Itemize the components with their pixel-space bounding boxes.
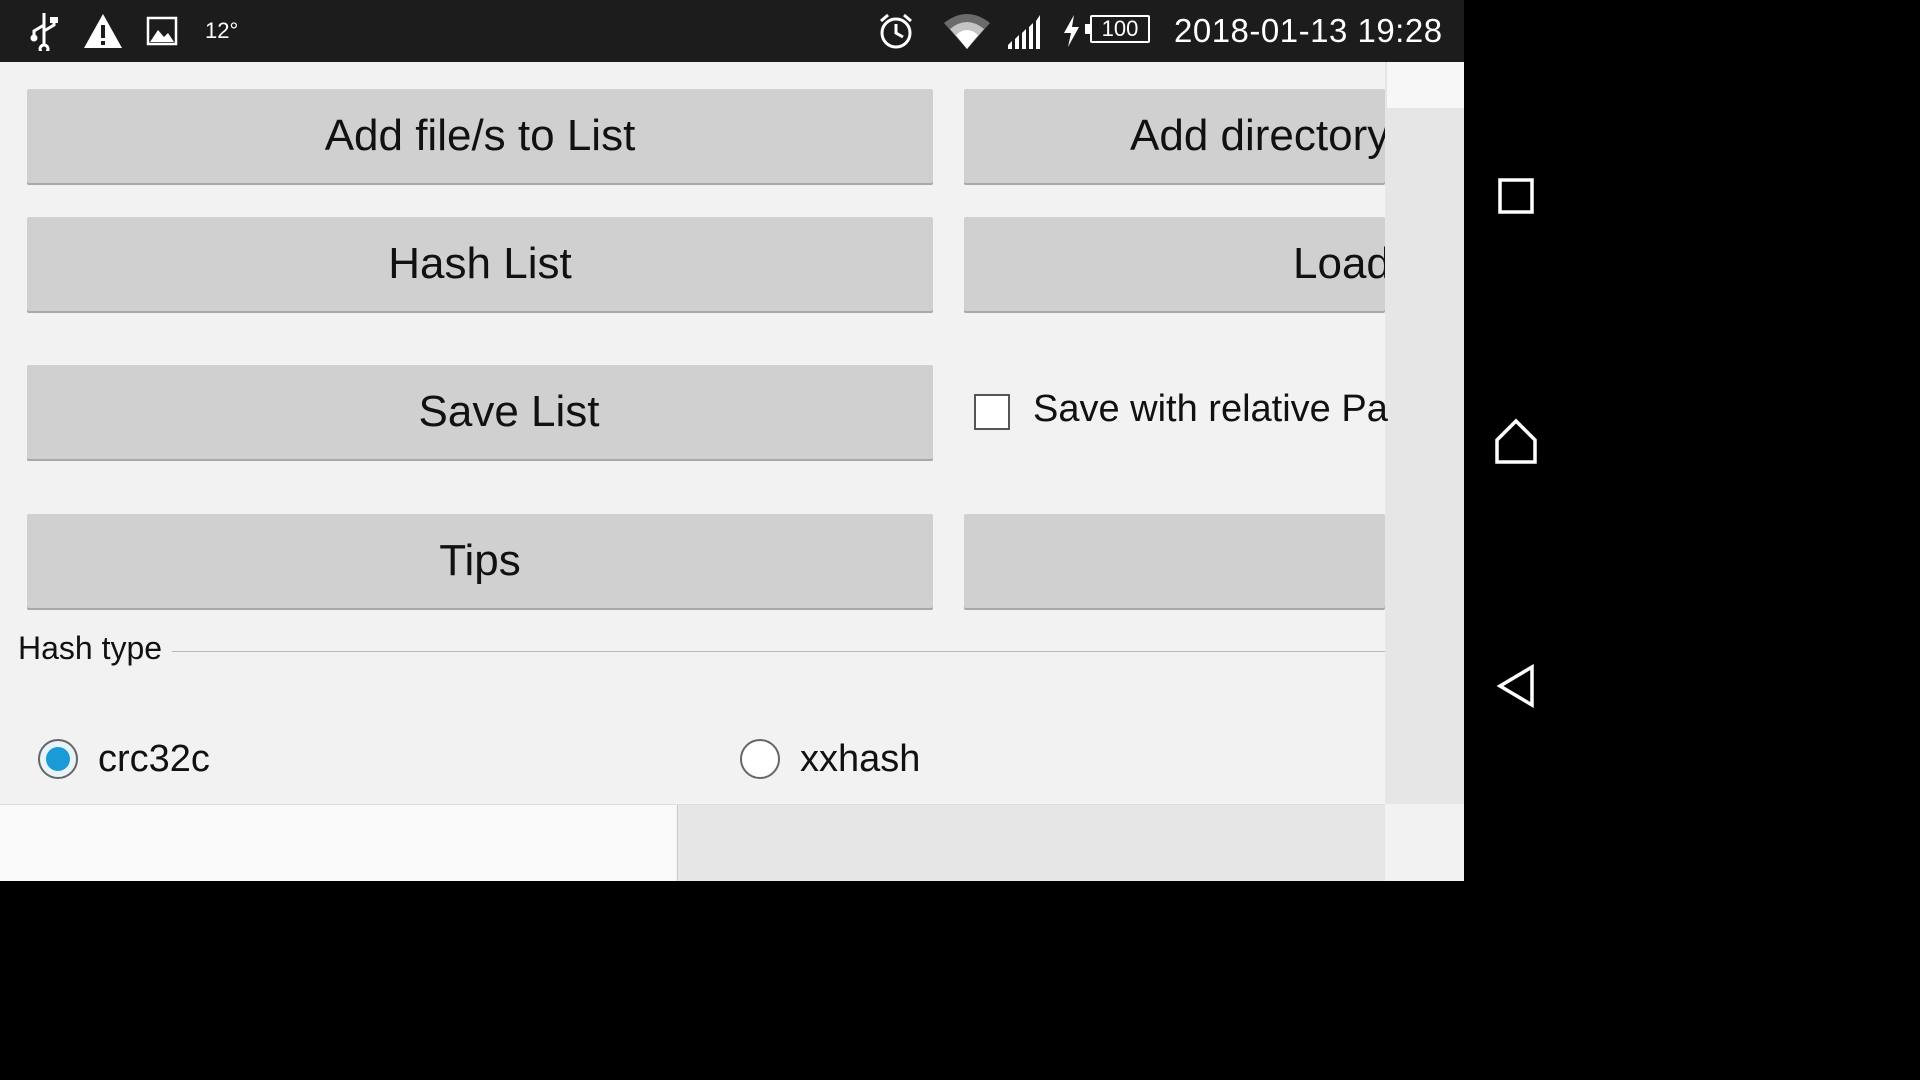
image-icon: [146, 0, 178, 62]
charging-icon: [1060, 0, 1082, 62]
crc32c-radio[interactable]: [38, 739, 78, 779]
warning-icon: [82, 0, 124, 62]
xxhash-radio[interactable]: [740, 739, 780, 779]
hash-type-legend: Hash type: [18, 630, 163, 666]
crc32c-label[interactable]: crc32c: [98, 738, 210, 781]
wifi-icon: [942, 0, 992, 62]
battery-level: 100: [1090, 15, 1150, 43]
horizontal-scrollbar-track[interactable]: [677, 804, 1386, 881]
hash-type-divider: [172, 651, 1385, 652]
clock-text: 2018-01-13 19:28: [1174, 12, 1443, 49]
relative-path-checkbox[interactable]: [974, 394, 1010, 430]
home-icon[interactable]: [1494, 418, 1538, 469]
xxhash-label[interactable]: xxhash: [800, 738, 920, 781]
load-button[interactable]: Load: [964, 217, 1385, 311]
vertical-scrollbar[interactable]: [1385, 62, 1464, 804]
alarm-icon: [876, 0, 916, 62]
relative-path-label[interactable]: Save with relative Pa: [1033, 388, 1388, 431]
scrollbar-corner: [1385, 804, 1464, 881]
app-content: Add file/s to List Add directory Hash Li…: [0, 62, 1464, 881]
status-bar: 12° 100 2018-01-13 19:28: [0, 0, 1464, 62]
tips-button[interactable]: Tips: [27, 514, 933, 608]
navigation-bar: [1464, 0, 1568, 881]
add-files-button[interactable]: Add file/s to List: [27, 89, 933, 183]
recents-icon[interactable]: [1498, 178, 1534, 219]
horizontal-scrollbar-thumb[interactable]: [0, 804, 676, 881]
back-icon[interactable]: [1496, 663, 1536, 713]
save-list-button[interactable]: Save List: [27, 365, 933, 459]
usb-icon: [28, 0, 60, 62]
temperature-text: 12°: [205, 18, 239, 43]
add-directory-button[interactable]: Add directory: [964, 89, 1385, 183]
blank-button[interactable]: [964, 514, 1385, 608]
signal-icon: [1004, 0, 1044, 62]
vertical-scrollbar-thumb[interactable]: [1387, 62, 1464, 108]
hash-list-button[interactable]: Hash List: [27, 217, 933, 311]
